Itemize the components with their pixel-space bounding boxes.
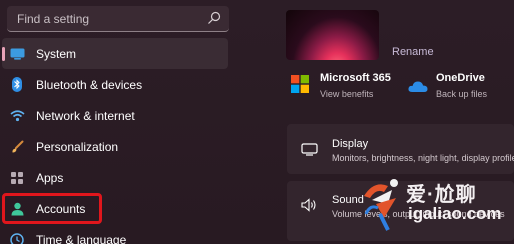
- search-icon[interactable]: [207, 11, 221, 25]
- sidebar-nav: System Bluetooth & devices Network & int…: [0, 38, 232, 244]
- search-box[interactable]: [7, 6, 229, 32]
- display-sub: Monitors, brightness, night light, displ…: [332, 153, 514, 163]
- site-watermark: 爱·尬聊 igaliao.com: [358, 172, 514, 232]
- wifi-icon: [9, 108, 25, 124]
- microsoft365-tile[interactable]: Microsoft 365 View benefits: [291, 72, 391, 99]
- microsoft365-name: Microsoft 365: [320, 72, 391, 84]
- microsoft365-sub: View benefits: [320, 89, 374, 99]
- display-icon: [301, 143, 318, 156]
- speaker-icon: [301, 198, 316, 212]
- onedrive-name: OneDrive: [436, 72, 485, 84]
- watermark-url: igaliao.com: [408, 204, 502, 223]
- sidebar-item-label: System: [36, 46, 77, 61]
- sidebar-item-label: Bluetooth & devices: [36, 77, 143, 92]
- clock-icon: [9, 232, 25, 244]
- rename-link[interactable]: Rename: [392, 46, 434, 58]
- display-card[interactable]: Display Monitors, brightness, night ligh…: [287, 124, 514, 174]
- sidebar-item-label: Personalization: [36, 139, 119, 154]
- sidebar-item-network[interactable]: Network & internet: [2, 100, 228, 131]
- person-icon: [9, 201, 25, 217]
- brush-icon: [9, 139, 25, 155]
- display-title: Display: [332, 138, 369, 150]
- sidebar-item-apps[interactable]: Apps: [2, 162, 228, 193]
- sidebar-item-label: Accounts: [36, 201, 86, 216]
- sidebar-item-label: Network & internet: [36, 108, 135, 123]
- sidebar-item-label: Time & language: [36, 232, 127, 244]
- watermark-text: 爱·尬聊: [406, 184, 477, 206]
- onedrive-cloud-icon: [408, 81, 428, 92]
- onedrive-tile[interactable]: OneDrive Back up files: [408, 72, 487, 99]
- device-wallpaper-thumbnail: [286, 10, 379, 60]
- watermark-person-logo-icon: [364, 179, 398, 231]
- sidebar-item-personalization[interactable]: Personalization: [2, 131, 228, 162]
- onedrive-sub: Back up files: [436, 89, 488, 99]
- settings-window: System Bluetooth & devices Network & int…: [0, 0, 514, 244]
- sidebar-item-accounts[interactable]: Accounts: [2, 193, 102, 224]
- sidebar-item-time-language[interactable]: Time & language: [2, 224, 228, 244]
- sidebar-item-bluetooth[interactable]: Bluetooth & devices: [2, 69, 228, 100]
- search-input[interactable]: [7, 6, 197, 31]
- monitor-icon: [9, 46, 25, 62]
- sidebar-item-label: Apps: [36, 170, 64, 185]
- apps-icon: [9, 170, 25, 186]
- sidebar-item-system[interactable]: System: [2, 38, 228, 69]
- microsoft-logo-icon: [291, 75, 309, 93]
- bluetooth-icon: [9, 77, 25, 93]
